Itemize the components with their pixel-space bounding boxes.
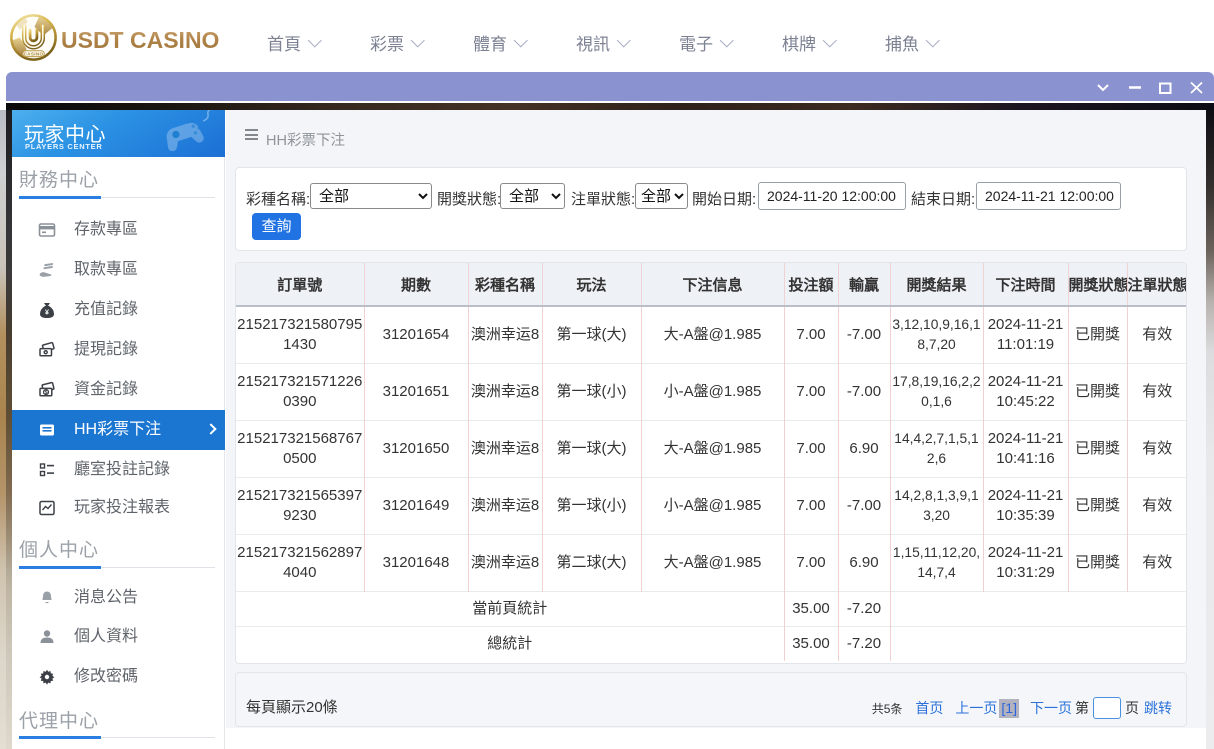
svg-text:$: $ <box>44 390 47 396</box>
svg-text:¥: ¥ <box>45 310 49 317</box>
svg-text:CASINO: CASINO <box>24 51 44 56</box>
